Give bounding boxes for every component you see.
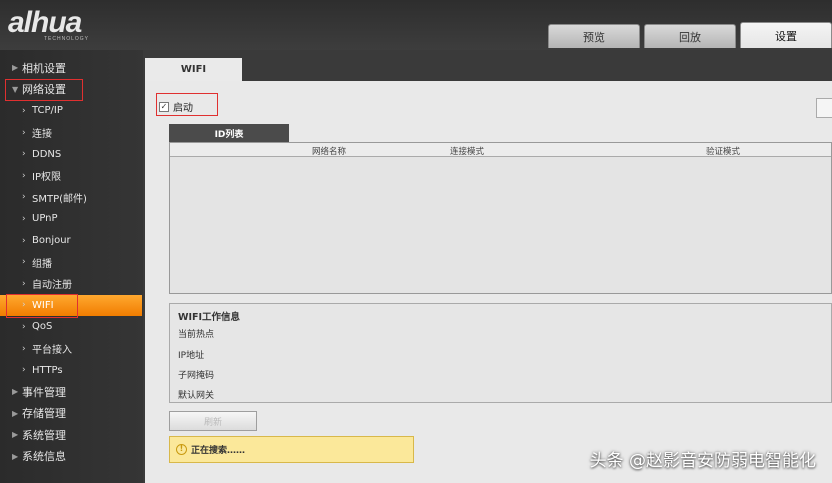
sidebar-item-connection[interactable]: › 连接 bbox=[0, 122, 143, 144]
sidebar-item-event[interactable]: ▶ 事件管理 bbox=[0, 381, 143, 403]
sidebar-item-storage[interactable]: ▶ 存储管理 bbox=[0, 403, 143, 425]
sidebar-item-tcpip[interactable]: › TCP/IP bbox=[0, 100, 143, 122]
page-tab-wifi[interactable]: WIFI bbox=[145, 58, 242, 81]
status-text: 正在搜索…… bbox=[191, 446, 246, 456]
brand-logo-subtitle: TECHNOLOGY bbox=[44, 36, 90, 42]
highlight-wifi-item bbox=[6, 294, 78, 318]
id-list-tab[interactable]: ID列表 bbox=[169, 124, 289, 142]
sidebar-item-label: Bonjour bbox=[32, 235, 71, 247]
info-current-hotspot: 当前热点 bbox=[178, 330, 215, 340]
collapsed-arrow-icon: ▶ bbox=[12, 387, 19, 397]
column-network-name: 网络名称 bbox=[312, 147, 347, 157]
chevron-right-icon: › bbox=[22, 213, 26, 224]
sidebar-item-camera[interactable]: ▶ 相机设置 bbox=[0, 57, 143, 79]
tab-settings[interactable]: 设置 bbox=[740, 22, 832, 48]
sidebar-item-system-info[interactable]: ▶ 系统信息 bbox=[0, 446, 143, 468]
sidebar-item-smtp[interactable]: › SMTP(邮件) bbox=[0, 187, 143, 209]
wifi-panel: ✓ 启动 ID列表 网络名称 连接模式 验证模式 WIFI工作信息 当前热点 I… bbox=[145, 81, 832, 483]
sidebar-item-label: 存储管理 bbox=[22, 407, 66, 421]
info-title: WIFI工作信息 bbox=[178, 312, 241, 323]
info-default-gateway: 默认网关 bbox=[178, 391, 215, 401]
sidebar-item-label: 相机设置 bbox=[22, 61, 66, 75]
tab-preview[interactable]: 预览 bbox=[548, 24, 640, 48]
tab-playback[interactable]: 回放 bbox=[644, 24, 736, 48]
chevron-right-icon: › bbox=[22, 278, 26, 289]
collapsed-arrow-icon: ▶ bbox=[12, 430, 19, 440]
sidebar-item-multicast[interactable]: › 组播 bbox=[0, 251, 143, 273]
sidebar-item-label: 系统信息 bbox=[22, 450, 66, 464]
wifi-work-info: WIFI工作信息 当前热点 IP地址 子网掩码 默认网关 bbox=[169, 303, 832, 403]
sidebar-item-label: DDNS bbox=[32, 148, 62, 160]
sidebar-item-system[interactable]: ▶ 系统管理 bbox=[0, 424, 143, 446]
sidebar-item-label: SMTP(邮件) bbox=[32, 193, 87, 205]
sidebar-item-label: 自动注册 bbox=[32, 280, 72, 292]
chevron-right-icon: › bbox=[22, 321, 26, 332]
side-action-button[interactable] bbox=[816, 98, 832, 118]
chevron-right-icon: › bbox=[22, 170, 26, 181]
sidebar-item-ip-permission[interactable]: › IP权限 bbox=[0, 165, 143, 187]
column-auth-mode: 验证模式 bbox=[706, 147, 741, 157]
chevron-right-icon: › bbox=[22, 343, 26, 354]
collapsed-arrow-icon: ▶ bbox=[12, 451, 19, 461]
warning-icon: ! bbox=[176, 444, 187, 455]
info-subnet-mask: 子网掩码 bbox=[178, 371, 215, 381]
sidebar-item-auto-register[interactable]: › 自动注册 bbox=[0, 273, 143, 295]
chevron-right-icon: › bbox=[22, 149, 26, 160]
collapsed-arrow-icon: ▶ bbox=[12, 63, 19, 73]
collapsed-arrow-icon: ▶ bbox=[12, 408, 19, 418]
watermark: 头条 @赵影音安防弱电智能化 bbox=[589, 451, 816, 471]
brand-logo: alhua bbox=[8, 6, 82, 39]
sidebar-item-label: QoS bbox=[32, 321, 53, 333]
top-header: alhua TECHNOLOGY 预览 回放 设置 bbox=[0, 0, 832, 50]
info-ip-address: IP地址 bbox=[178, 351, 205, 361]
wifi-network-list[interactable]: 网络名称 连接模式 验证模式 bbox=[169, 142, 832, 294]
sidebar-item-label: 事件管理 bbox=[22, 385, 66, 399]
chevron-right-icon: › bbox=[22, 127, 26, 138]
chevron-right-icon: › bbox=[22, 235, 26, 246]
sidebar-item-upnp[interactable]: › UPnP bbox=[0, 208, 143, 230]
sidebar-item-label: 组播 bbox=[32, 258, 52, 270]
refresh-button[interactable]: 刷新 bbox=[169, 411, 257, 431]
sidebar-item-qos[interactable]: › QoS bbox=[0, 316, 143, 338]
highlight-network-settings bbox=[5, 79, 83, 101]
sidebar-item-ddns[interactable]: › DDNS bbox=[0, 143, 143, 165]
settings-sidebar: ▶ 相机设置 ▼ 网络设置 › TCP/IP › 连接 › DDNS › IP权限 › SMT… bbox=[0, 50, 143, 483]
sidebar-item-platform-access[interactable]: › 平台接入 bbox=[0, 338, 143, 360]
sidebar-item-label: IP权限 bbox=[32, 172, 61, 184]
sidebar-item-label: HTTPs bbox=[32, 364, 63, 376]
search-status: ! 正在搜索…… bbox=[169, 436, 414, 463]
list-header: 网络名称 连接模式 验证模式 bbox=[170, 143, 831, 157]
chevron-right-icon: › bbox=[22, 192, 26, 203]
chevron-right-icon: › bbox=[22, 105, 26, 116]
sidebar-item-label: 系统管理 bbox=[22, 428, 66, 442]
main-tabs: 预览 回放 设置 bbox=[548, 22, 832, 50]
chevron-right-icon: › bbox=[22, 365, 26, 376]
highlight-enable bbox=[156, 93, 218, 116]
chevron-right-icon: › bbox=[22, 257, 26, 268]
sidebar-item-label: TCP/IP bbox=[32, 105, 63, 117]
main-content: WIFI ✓ 启动 ID列表 网络名称 连接模式 验证模式 WIFI工作信息 当… bbox=[145, 58, 832, 483]
sidebar-item-label: 平台接入 bbox=[32, 345, 72, 357]
sidebar-item-bonjour[interactable]: › Bonjour bbox=[0, 230, 143, 252]
column-connect-mode: 连接模式 bbox=[450, 147, 485, 157]
sidebar-item-https[interactable]: › HTTPs bbox=[0, 359, 143, 381]
sidebar-item-label: UPnP bbox=[32, 213, 58, 225]
sidebar-item-label: 连接 bbox=[32, 129, 52, 141]
